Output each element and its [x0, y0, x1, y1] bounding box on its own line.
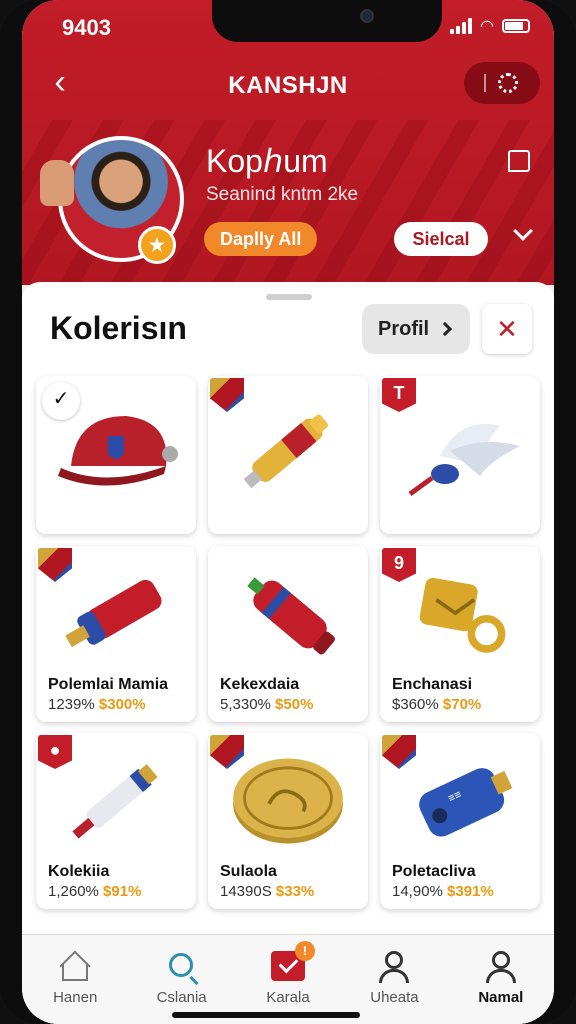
avatar-badge: ★ [138, 226, 176, 264]
user-icon [385, 951, 404, 969]
item-name: Enchanasi [392, 676, 473, 693]
item-price-value: $391% [447, 883, 494, 900]
user-icon [491, 951, 510, 969]
chat-icon[interactable] [508, 150, 530, 172]
tab-bag[interactable]: ! Karala [235, 935, 341, 1024]
item-percent: 5,330% [220, 696, 271, 713]
daily-all-button[interactable]: Daplly All [204, 222, 318, 256]
phone-frame: 9403 ◠ ‹ KANSHJN ★ Kopℎum Seanind kntm 2… [0, 0, 576, 1024]
item-percent: $360% [392, 696, 439, 713]
wing-bottle-image [390, 392, 530, 510]
red-canister-image [46, 562, 186, 666]
tab-label: Uheata [370, 989, 419, 1006]
section-title: Kolerisın [50, 310, 187, 346]
item-price: 1,260% $91% [48, 883, 141, 900]
profile-name: Kopℎum [206, 143, 328, 179]
item-card[interactable]: ✓ [36, 376, 196, 534]
tab-label: Karala [266, 989, 310, 1006]
item-card[interactable]: Kekexdaia 5,330% $50% [208, 546, 368, 722]
item-price: 1239% $300% [48, 696, 146, 713]
signal-icon [450, 18, 473, 34]
profile-subtitle: Seanind kntm 2ke [206, 184, 359, 205]
tab-home[interactable]: Hanen [22, 935, 128, 1024]
home-indicator [172, 1012, 360, 1018]
collection-sheet: Kolerisın Profil ✕ ✓ T Polemlai Mamia 1239%… [22, 282, 554, 1024]
item-price: 5,330% $50% [220, 696, 313, 713]
waving-hand-icon [40, 160, 74, 206]
pill-divider [484, 74, 486, 92]
gold-key-image [390, 562, 530, 666]
item-card[interactable]: Sulaola 14390S $33% [208, 733, 368, 909]
item-percent: 1239% [48, 696, 95, 713]
red-bottle-image [218, 562, 358, 666]
item-card[interactable] [208, 376, 368, 534]
item-name: Poletacliva [392, 863, 476, 880]
profile-button[interactable]: Profil [362, 304, 470, 354]
profile-button-label: Profil [378, 318, 430, 340]
status-icons: ◠ [450, 16, 530, 36]
item-price: $360% $70% [392, 696, 481, 713]
item-card[interactable]: ≡≡ Poletacliva 14,90% $391% [380, 733, 540, 909]
item-percent: 1,260% [48, 883, 99, 900]
sheet-handle[interactable] [266, 294, 312, 300]
close-icon: ✕ [496, 314, 518, 344]
item-card[interactable]: 9 Enchanasi $360% $70% [380, 546, 540, 722]
blue-canister-image: ≡≡ [390, 749, 530, 853]
notification-badge: ! [294, 941, 315, 961]
item-name: Kolekiia [48, 863, 110, 880]
tab-label: Namal [478, 989, 524, 1006]
close-button[interactable]: ✕ [482, 304, 532, 354]
item-price-value: $70% [442, 696, 482, 713]
user-icon-body [379, 969, 410, 983]
tab-label: Hanen [53, 989, 98, 1006]
item-price-value: $50% [275, 696, 314, 713]
gold-coin-image [218, 749, 358, 853]
tab-label: Cslania [156, 989, 207, 1006]
white-vial-image [46, 749, 186, 853]
gold-vial-image [218, 392, 358, 510]
tab-community[interactable]: Uheata [341, 935, 447, 1024]
item-name: Sulaola [220, 863, 277, 880]
home-icon-body [62, 963, 89, 981]
tab-search[interactable]: Cslania [128, 935, 234, 1024]
status-time: 9403 [62, 15, 111, 40]
checkmark-icon: ✓ [42, 382, 80, 420]
select-button[interactable]: Sielcal [394, 222, 488, 256]
item-price-value: $91% [103, 883, 142, 900]
item-name: Polemlai Mamia [48, 676, 169, 693]
target-icon [498, 73, 518, 93]
tab-profile[interactable]: Namal [448, 935, 554, 1024]
item-price-value: $33% [275, 883, 315, 900]
more-options-pill[interactable] [464, 62, 540, 104]
search-icon [168, 953, 193, 977]
device-notch [212, 0, 442, 42]
item-card[interactable]: ● Kolekiia 1,260% $91% [36, 733, 196, 909]
battery-icon [502, 19, 530, 33]
user-icon-body [485, 969, 516, 983]
item-card[interactable]: Polemlai Mamia 1239% $300% [36, 546, 196, 722]
item-price: 14,90% $391% [392, 883, 494, 900]
chevron-right-icon [437, 321, 453, 337]
item-price: 14390S $33% [220, 883, 314, 900]
item-price-value: $300% [98, 696, 146, 713]
wifi-icon: ◠ [480, 18, 494, 35]
item-percent: 14,90% [392, 883, 443, 900]
tab-bar: Hanen Cslania ! Karala Uheata Namal [22, 934, 554, 1024]
item-card[interactable]: T [380, 376, 540, 534]
profile-header: 9403 ◠ ‹ KANSHJN ★ Kopℎum Seanind kntm 2… [22, 0, 554, 285]
app-screen: 9403 ◠ ‹ KANSHJN ★ Kopℎum Seanind kntm 2… [22, 0, 554, 1024]
item-percent: 14390S [220, 883, 272, 900]
item-name: Kekexdaia [220, 676, 300, 693]
camera-icon [360, 9, 374, 23]
